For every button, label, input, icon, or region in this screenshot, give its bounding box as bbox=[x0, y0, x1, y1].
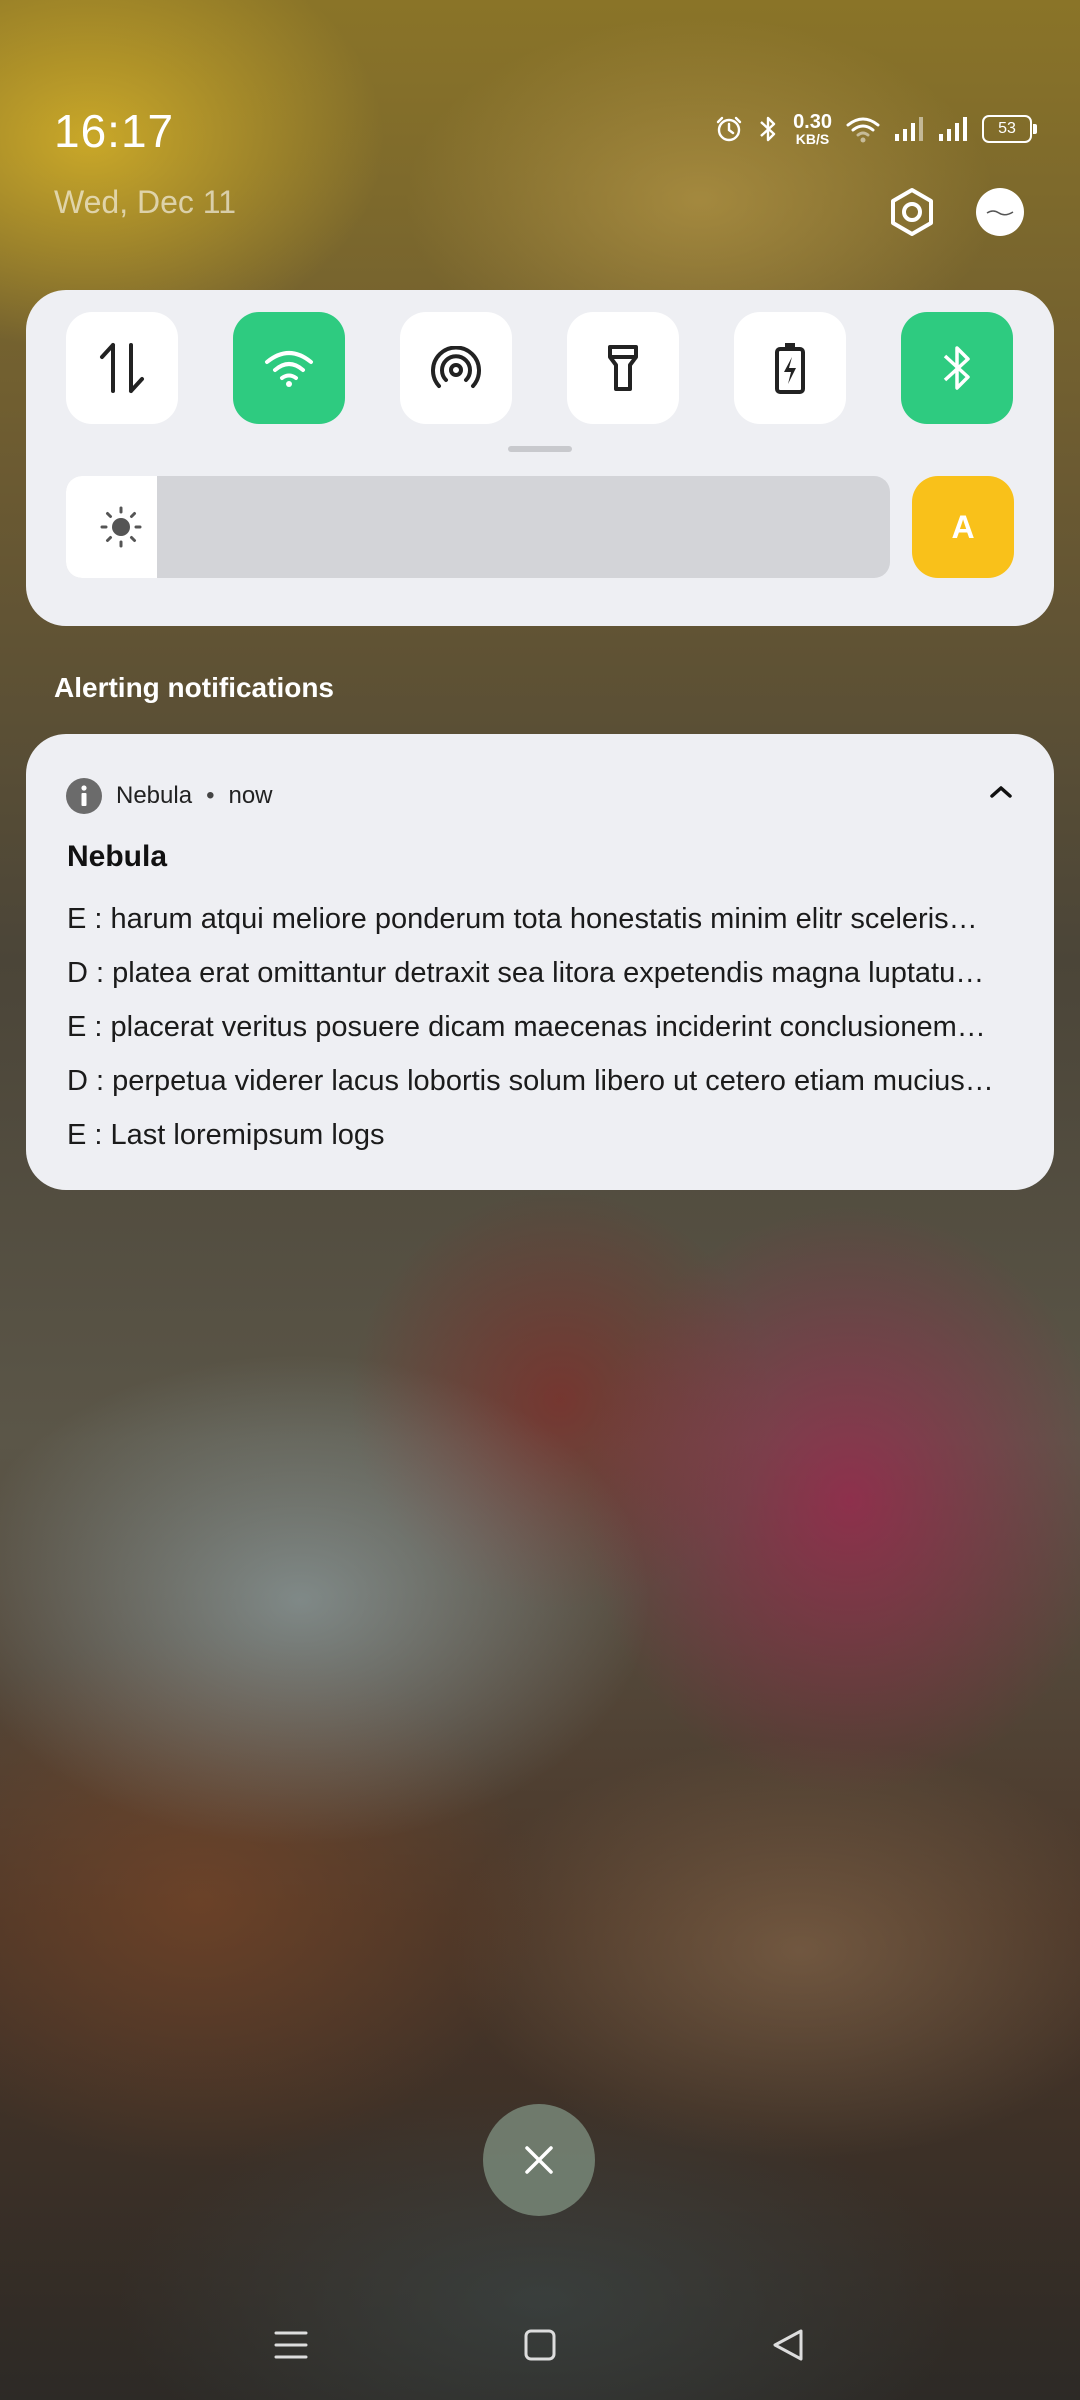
log-line: D : platea erat omittantur detraxit sea … bbox=[67, 957, 985, 989]
back-button[interactable] bbox=[763, 2320, 813, 2370]
data-arrows-icon bbox=[100, 343, 144, 393]
close-icon bbox=[525, 2146, 553, 2174]
date: Wed, Dec 11 bbox=[54, 184, 237, 220]
log-line: E : harum atqui meliore ponderum tota ho… bbox=[67, 903, 978, 935]
sun-icon bbox=[100, 506, 142, 548]
chevron-up-icon bbox=[990, 786, 1012, 798]
signal-icon bbox=[939, 117, 967, 141]
panel-drag-handle[interactable] bbox=[508, 446, 572, 452]
avatar-icon bbox=[986, 210, 1014, 216]
hotspot-icon bbox=[431, 346, 481, 388]
settings-icon bbox=[891, 188, 933, 236]
user-avatar[interactable] bbox=[976, 188, 1024, 236]
log-line: E : Last loremipsum logs bbox=[67, 1119, 385, 1151]
tile-bluetooth[interactable] bbox=[901, 312, 1013, 424]
info-icon bbox=[66, 778, 102, 814]
recents-button[interactable] bbox=[266, 2320, 316, 2370]
quick-settings-panel: A bbox=[26, 290, 1054, 626]
log-line: D : perpetua viderer lacus lobortis solu… bbox=[67, 1065, 994, 1097]
tile-flashlight[interactable] bbox=[567, 312, 679, 424]
home-icon bbox=[524, 2329, 556, 2361]
notification-body: E : harum atqui meliore ponderum tota ho… bbox=[67, 892, 1042, 1162]
notification-time: now bbox=[228, 782, 273, 809]
battery-icon: 53 bbox=[982, 115, 1037, 143]
tile-hotspot[interactable] bbox=[400, 312, 512, 424]
notification-app-name: Nebula bbox=[116, 782, 193, 809]
wifi-icon bbox=[265, 351, 313, 387]
navigation-bar bbox=[0, 2310, 1080, 2380]
notification-header: Nebula • now bbox=[66, 778, 273, 814]
section-label: Alerting notifications bbox=[54, 672, 334, 703]
menu-icon bbox=[274, 2331, 308, 2359]
home-button[interactable] bbox=[515, 2320, 565, 2370]
brightness-slider[interactable] bbox=[66, 476, 890, 578]
tile-battery-saver[interactable] bbox=[734, 312, 846, 424]
alarm-icon bbox=[716, 116, 742, 142]
collapse-button[interactable] bbox=[988, 782, 1014, 807]
auto-brightness-button[interactable]: A bbox=[912, 476, 1014, 578]
notification-title: Nebula bbox=[67, 840, 168, 873]
separator-dot: • bbox=[206, 782, 215, 809]
bluetooth-icon bbox=[760, 116, 776, 142]
status-icons: 0.30 KB/S 53 bbox=[715, 111, 1037, 147]
back-icon bbox=[773, 2329, 803, 2361]
tile-wifi[interactable] bbox=[233, 312, 345, 424]
notification-card[interactable]: Nebula • now Nebula E : harum atqui meli… bbox=[26, 734, 1054, 1190]
net-speed: 0.30 KB/S bbox=[793, 111, 832, 147]
battery-saver-icon bbox=[775, 343, 805, 394]
wifi-icon bbox=[846, 117, 880, 143]
clear-all-button[interactable] bbox=[483, 2104, 595, 2216]
flashlight-icon bbox=[608, 345, 638, 391]
signal-icon bbox=[895, 117, 923, 141]
log-line: E : placerat veritus posuere dicam maece… bbox=[67, 1011, 986, 1043]
settings-button[interactable] bbox=[886, 186, 938, 238]
bluetooth-icon bbox=[943, 346, 970, 390]
clock: 16:17 bbox=[54, 105, 175, 157]
tile-mobile-data[interactable] bbox=[66, 312, 178, 424]
